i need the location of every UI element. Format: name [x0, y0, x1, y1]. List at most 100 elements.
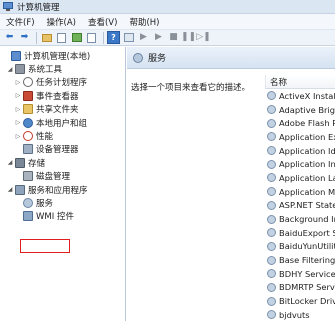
restart-icon[interactable]: ▷❚: [196, 31, 210, 44]
tree-item-system-tools[interactable]: ◢ 系统工具: [0, 62, 125, 75]
menu-file[interactable]: 文件(F): [6, 16, 35, 28]
tree-item-task-scheduler[interactable]: ▷ 任务计划程序: [0, 76, 125, 89]
column-header-name[interactable]: 名称: [265, 75, 335, 89]
help-icon[interactable]: ?: [107, 31, 120, 44]
expand-arrow-icon[interactable]: ▷: [14, 106, 22, 113]
service-name: ASP.NET State: [279, 200, 335, 211]
list-item[interactable]: ActiveX Installe: [265, 89, 335, 103]
gear-icon: [267, 200, 276, 210]
expand-arrow-icon[interactable]: ▷: [14, 92, 22, 99]
service-name: BaiduExport Se: [279, 227, 335, 238]
list-item[interactable]: BitLocker Drive: [265, 294, 335, 308]
toolbar-separator: [36, 31, 37, 44]
toolbar-separator: [103, 31, 104, 44]
list-item[interactable]: Application Ide: [265, 144, 335, 158]
tree-item-label: 任务计划程序: [36, 78, 88, 89]
list-item[interactable]: Application Exp: [265, 130, 335, 144]
gear-icon: [267, 105, 276, 115]
list-item[interactable]: Base Filtering E: [265, 253, 335, 267]
tree-item-label: 服务和应用程序: [28, 185, 88, 196]
tree-item-label: 服务: [36, 198, 54, 209]
list-item[interactable]: Application Info: [265, 157, 335, 171]
gear-icon: [267, 255, 276, 265]
gear-icon: [267, 282, 276, 292]
tree-item-label: 共享文件夹: [36, 105, 79, 116]
tree-item-event-viewer[interactable]: ▷ 事件查看器: [0, 89, 125, 102]
service-name: Adaptive Brigh: [279, 104, 335, 115]
show-hide-tree-icon[interactable]: [55, 31, 68, 44]
play-icon[interactable]: ▶: [137, 31, 150, 44]
back-arrow-icon[interactable]: ⬅: [3, 31, 16, 44]
service-name: BitLocker Drive: [279, 296, 335, 307]
menu-action[interactable]: 操作(A): [47, 16, 76, 28]
tree-item-label: 本地用户和组: [36, 118, 88, 129]
collapse-arrow-icon[interactable]: ◢: [6, 66, 14, 73]
gear-icon: [267, 228, 276, 238]
service-name: BDMRTP Servic: [279, 282, 335, 293]
expand-arrow-icon[interactable]: ▷: [14, 79, 22, 86]
service-name: Adobe Flash Pl: [279, 118, 335, 129]
services-apps-icon: [15, 184, 25, 195]
service-name: ActiveX Installe: [279, 90, 335, 101]
gear-icon: [267, 91, 276, 101]
collapse-arrow-icon[interactable]: ◢: [6, 159, 14, 166]
expand-arrow-icon[interactable]: ▷: [14, 133, 22, 140]
expand-arrow-icon[interactable]: ▷: [14, 119, 22, 126]
performance-icon: [23, 131, 33, 142]
computer-icon: [11, 50, 21, 61]
tree-item-label: 磁盘管理: [36, 172, 71, 183]
list-item[interactable]: Background In: [265, 212, 335, 226]
gear-icon: [267, 173, 276, 183]
export-list-icon[interactable]: [85, 31, 98, 44]
list-item[interactable]: Application Ma: [265, 185, 335, 199]
service-name: Application Ma: [279, 186, 335, 197]
tree-item-services[interactable]: 服务: [0, 196, 125, 209]
menu-bar: 文件(F) 操作(A) 查看(V) 帮助(H): [0, 14, 335, 30]
tree-item-local-users-groups[interactable]: ▷ 本地用户和组: [0, 116, 125, 129]
tree-item-shared-folders[interactable]: ▷ 共享文件夹: [0, 103, 125, 116]
service-name: Application Exp: [279, 131, 335, 142]
gear-icon: [267, 159, 276, 169]
service-name: Application Ide: [279, 145, 335, 156]
service-name: BDHY Service: [279, 268, 335, 279]
properties-icon[interactable]: [122, 31, 135, 44]
refresh-icon[interactable]: [70, 31, 83, 44]
wmi-icon: [23, 211, 33, 222]
gear-icon: [267, 310, 276, 320]
list-item[interactable]: Adaptive Brigh: [265, 103, 335, 117]
menu-view[interactable]: 查看(V): [88, 16, 117, 28]
services-header: 服务: [127, 47, 335, 69]
service-name: bjdvuts: [279, 309, 310, 320]
stop-icon[interactable]: ■: [167, 31, 180, 44]
list-item[interactable]: bjdvuts: [265, 308, 335, 321]
tree-item-device-manager[interactable]: 设备管理器: [0, 143, 125, 156]
service-name: Application Lay: [279, 172, 335, 183]
tree-item-services-and-applications[interactable]: ◢ 服务和应用程序: [0, 183, 125, 196]
event-viewer-icon: [23, 90, 33, 101]
toolbar: ⬅ ➡ ? ▶ ▶ ■ ❚❚ ▷❚: [0, 30, 335, 46]
up-folder-icon[interactable]: [40, 31, 53, 44]
list-item[interactable]: BDMRTP Servic: [265, 281, 335, 295]
gear-icon: [267, 118, 276, 128]
service-name: Application Info: [279, 159, 335, 170]
list-item[interactable]: BDHY Service: [265, 267, 335, 281]
tree-item-wmi-control[interactable]: WMI 控件: [0, 210, 125, 223]
collapse-arrow-icon[interactable]: ◢: [6, 186, 14, 193]
pause-icon[interactable]: ❚❚: [181, 31, 196, 44]
list-item[interactable]: Adobe Flash Pl: [265, 116, 335, 130]
play-icon[interactable]: ▶: [152, 31, 165, 44]
tree-item-storage[interactable]: ◢ 存储: [0, 156, 125, 169]
tree-item-computer-management[interactable]: 计算机管理(本地): [0, 49, 125, 62]
gear-icon: [267, 241, 276, 251]
menu-help[interactable]: 帮助(H): [129, 16, 159, 28]
tree-item-performance[interactable]: ▷ 性能: [0, 129, 125, 142]
forward-arrow-icon[interactable]: ➡: [18, 31, 31, 44]
list-item[interactable]: Application Lay: [265, 171, 335, 185]
service-name: BaiduYunUtility: [279, 241, 335, 252]
list-item[interactable]: ASP.NET State: [265, 199, 335, 213]
service-name: Base Filtering E: [279, 255, 335, 266]
list-item[interactable]: BaiduExport Se: [265, 226, 335, 240]
description-text: 选择一个项目来查看它的描述。: [131, 83, 251, 93]
list-item[interactable]: BaiduYunUtility: [265, 240, 335, 254]
tree-item-disk-management[interactable]: 磁盘管理: [0, 170, 125, 183]
